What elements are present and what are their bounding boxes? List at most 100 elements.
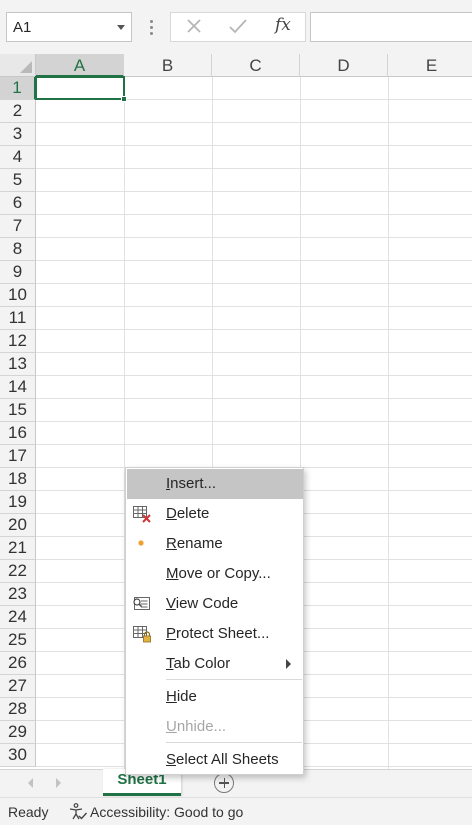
mnemonic: P — [166, 625, 177, 642]
menu-label-rename: ename — [176, 535, 223, 552]
row-header[interactable]: 11 — [0, 307, 36, 330]
gridline — [36, 214, 472, 215]
menu-label-tab-color: ab Color — [173, 655, 231, 672]
menu-item-tab-color[interactable]: Tab Color — [127, 649, 303, 679]
row-header[interactable]: 15 — [0, 399, 36, 422]
row-header[interactable]: 6 — [0, 192, 36, 215]
row-header[interactable]: 24 — [0, 606, 36, 629]
column-header-a[interactable]: A — [36, 54, 124, 77]
menu-item-hide[interactable]: Hide — [127, 682, 303, 712]
menu-item-rename[interactable]: Rename — [127, 529, 303, 559]
grip-icon[interactable] — [149, 18, 153, 36]
menu-label-insert: nsert... — [170, 475, 217, 492]
row-header[interactable]: 18 — [0, 468, 36, 491]
fill-handle[interactable] — [121, 96, 127, 102]
row-header[interactable]: 8 — [0, 238, 36, 261]
menu-label-unhide: nhide... — [176, 718, 227, 735]
row-header[interactable]: 20 — [0, 514, 36, 537]
formula-buttons: fx — [170, 12, 306, 42]
gridline — [36, 168, 472, 169]
column-header-e[interactable]: E — [388, 54, 472, 77]
menu-item-insert[interactable]: Insert... — [127, 469, 303, 499]
mnemonic: M — [166, 565, 179, 582]
menu-item-view-code[interactable]: View Code — [127, 589, 303, 619]
row-header[interactable]: 3 — [0, 123, 36, 146]
row-header[interactable]: 22 — [0, 560, 36, 583]
delete-sheet-icon — [133, 506, 151, 523]
row-header[interactable]: 4 — [0, 146, 36, 169]
row-header[interactable]: 19 — [0, 491, 36, 514]
rename-icon — [138, 540, 144, 546]
row-header[interactable]: 16 — [0, 422, 36, 445]
gridline — [36, 444, 472, 445]
chevron-right-icon — [286, 659, 291, 669]
sheet-context-menu: Insert... Delete Rename Move or Copy... — [125, 467, 304, 775]
gridline — [36, 122, 472, 123]
menu-separator — [166, 742, 302, 743]
row-header[interactable]: 10 — [0, 284, 36, 307]
status-bar: Ready Accessibility: Good to go — [0, 797, 472, 825]
row-header[interactable]: 29 — [0, 721, 36, 744]
chevron-left-icon[interactable] — [28, 778, 33, 788]
row-header[interactable]: 12 — [0, 330, 36, 353]
mnemonic: D — [166, 505, 177, 522]
menu-label-hide: ide — [176, 688, 197, 705]
row-header[interactable]: 21 — [0, 537, 36, 560]
gridline — [36, 306, 472, 307]
row-header[interactable]: 5 — [0, 169, 36, 192]
gridline — [36, 329, 472, 330]
column-header-d[interactable]: D — [300, 54, 388, 77]
menu-label-select-all-sheets: elect All Sheets — [176, 751, 279, 768]
close-icon[interactable] — [179, 15, 209, 39]
menu-item-unhide: Unhide... — [127, 712, 303, 742]
row-header[interactable]: 28 — [0, 698, 36, 721]
check-icon[interactable] — [223, 15, 253, 39]
insert-function-button[interactable]: fx — [275, 15, 291, 35]
gridline — [36, 352, 472, 353]
row-header[interactable]: 13 — [0, 353, 36, 376]
row-header[interactable]: 30 — [0, 744, 36, 767]
mnemonic: V — [166, 595, 176, 612]
row-header[interactable]: 27 — [0, 675, 36, 698]
plus-circle-icon[interactable] — [214, 773, 234, 793]
gridline — [36, 191, 472, 192]
row-header[interactable]: 7 — [0, 215, 36, 238]
row-header[interactable]: 9 — [0, 261, 36, 284]
row-header[interactable]: 1 — [0, 77, 36, 100]
mnemonic: H — [166, 688, 177, 705]
menu-label-view-code: iew Code — [175, 595, 239, 612]
mnemonic: R — [166, 535, 177, 552]
name-box[interactable]: A1 — [6, 12, 132, 42]
lock-sheet-icon — [133, 626, 151, 643]
gridline — [36, 375, 472, 376]
formula-bar: A1 fx — [0, 0, 472, 54]
menu-label-move-copy: ove or Copy... — [178, 565, 271, 582]
row-header[interactable]: 26 — [0, 652, 36, 675]
menu-item-protect-sheet[interactable]: Protect Sheet... — [127, 619, 303, 649]
chevron-down-icon[interactable] — [117, 25, 125, 30]
column-header-c[interactable]: C — [212, 54, 300, 77]
gridline — [36, 421, 472, 422]
gridline — [388, 77, 389, 769]
gridline — [36, 145, 472, 146]
row-header[interactable]: 2 — [0, 100, 36, 123]
row-header[interactable]: 17 — [0, 445, 36, 468]
column-header-b[interactable]: B — [124, 54, 212, 77]
row-header[interactable]: 23 — [0, 583, 36, 606]
status-accessibility[interactable]: Accessibility: Good to go — [90, 804, 243, 820]
menu-separator — [166, 679, 302, 680]
active-cell[interactable] — [35, 76, 125, 100]
menu-label-delete: elete — [176, 505, 210, 522]
menu-item-select-all-sheets[interactable]: Select All Sheets — [127, 745, 303, 775]
gridline — [36, 260, 472, 261]
row-header[interactable]: 14 — [0, 376, 36, 399]
name-box-value: A1 — [13, 19, 32, 36]
accessibility-icon[interactable] — [68, 802, 88, 822]
menu-item-delete[interactable]: Delete — [127, 499, 303, 529]
menu-item-move-copy[interactable]: Move or Copy... — [127, 559, 303, 589]
gridline — [36, 283, 472, 284]
formula-input[interactable] — [310, 12, 472, 42]
chevron-right-icon[interactable] — [56, 778, 61, 788]
row-header[interactable]: 25 — [0, 629, 36, 652]
select-all-corner[interactable] — [0, 54, 36, 77]
